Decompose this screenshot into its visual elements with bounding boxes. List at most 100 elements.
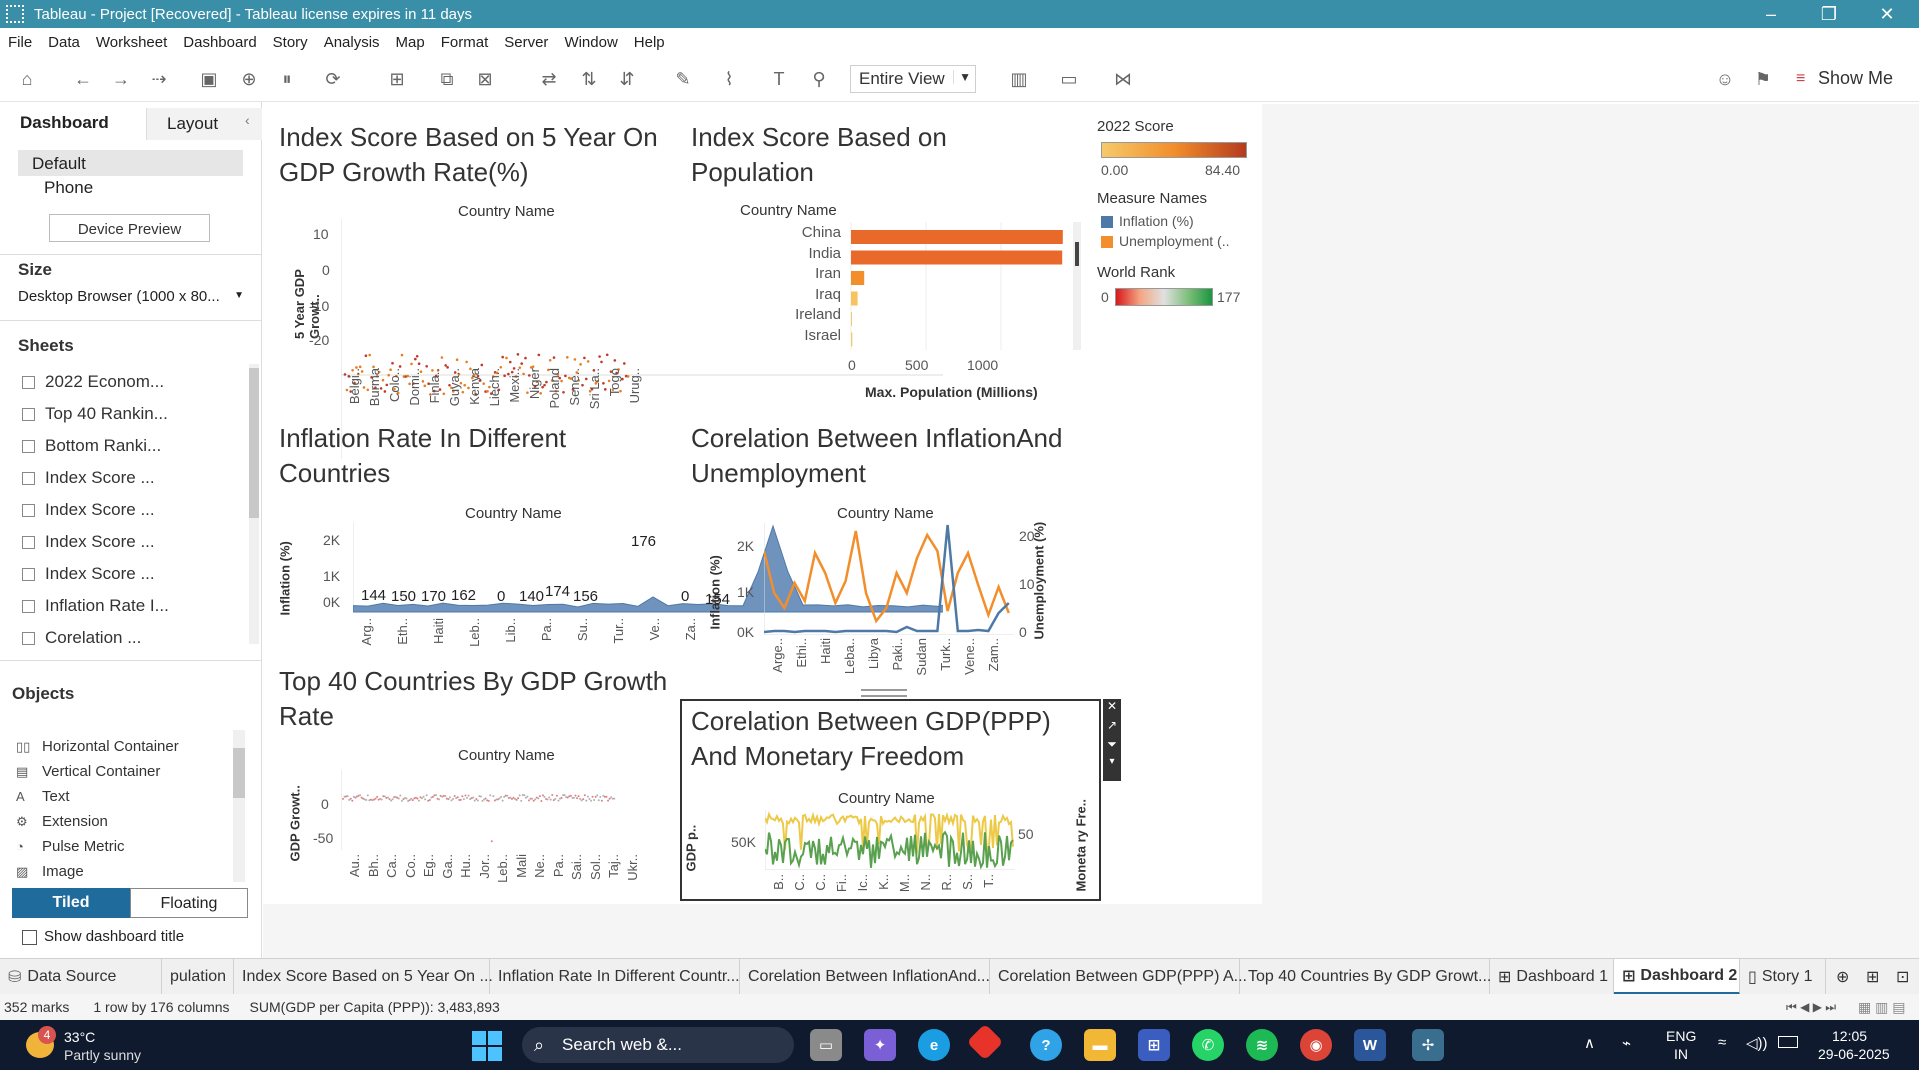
- show-title-checkbox[interactable]: [22, 930, 37, 945]
- menu-window[interactable]: Window: [564, 34, 617, 51]
- scrollbar-thumb[interactable]: [249, 368, 259, 518]
- population-bar[interactable]: [851, 332, 853, 347]
- menu-worksheet[interactable]: Worksheet: [96, 34, 167, 51]
- assistant-icon[interactable]: ☺: [1712, 66, 1738, 92]
- store-icon[interactable]: ⊞: [1138, 1029, 1170, 1061]
- population-bar[interactable]: [851, 271, 865, 285]
- scrollbar-thumb[interactable]: [233, 748, 245, 798]
- legend-measure-2[interactable]: Unemployment (..: [1119, 233, 1229, 249]
- floating-button[interactable]: Floating: [130, 888, 248, 918]
- resize-handle[interactable]: [861, 689, 907, 697]
- filter-icon[interactable]: ⏷: [1103, 737, 1121, 756]
- population-bar[interactable]: [851, 250, 1063, 265]
- chevron-up-icon[interactable]: ∧: [1584, 1034, 1595, 1052]
- goto-sheet-icon[interactable]: ↗: [1103, 718, 1121, 737]
- sheet-item[interactable]: Index Score ...: [22, 564, 155, 584]
- new-worksheet-tab-icon[interactable]: ⊕: [1828, 959, 1858, 995]
- remove-icon[interactable]: ✕: [1103, 699, 1121, 718]
- taskbar-search[interactable]: ⌕ Search web &...: [522, 1027, 794, 1063]
- edge-icon[interactable]: e: [918, 1029, 950, 1061]
- labels-icon[interactable]: T: [766, 66, 792, 92]
- score-color-ramp[interactable]: [1101, 142, 1247, 158]
- language-primary[interactable]: ENG: [1666, 1028, 1696, 1044]
- redo-icon[interactable]: →: [108, 66, 134, 92]
- group-icon[interactable]: ⌇: [716, 66, 742, 92]
- format-painter-icon[interactable]: ⚑: [1750, 66, 1776, 92]
- population-bar[interactable]: [851, 230, 1063, 244]
- sheet-item[interactable]: Index Score ...: [22, 468, 155, 488]
- sheet-item[interactable]: Bottom Ranki...: [22, 436, 161, 456]
- volume-icon[interactable]: ◁)): [1746, 1034, 1768, 1052]
- object-text[interactable]: A Text: [16, 788, 70, 805]
- highlight-icon[interactable]: ✎: [670, 66, 696, 92]
- sheet-item[interactable]: Inflation Rate I...: [22, 596, 169, 616]
- sheet-item[interactable]: Top 40 Rankin...: [22, 404, 168, 424]
- pin-icon[interactable]: ⚲: [806, 66, 832, 92]
- word-icon[interactable]: W: [1354, 1029, 1386, 1061]
- legend-swatch-unemployment[interactable]: [1101, 236, 1113, 248]
- show-me-button[interactable]: Show Me: [1818, 68, 1893, 89]
- legend-swatch-inflation[interactable]: [1101, 216, 1113, 228]
- minimize-icon[interactable]: –: [1742, 0, 1800, 28]
- tab-dashboard-2[interactable]: ⊞ Dashboard 2: [1614, 959, 1740, 995]
- sort-asc-icon[interactable]: ⇅: [576, 66, 602, 92]
- share-icon[interactable]: ⋈: [1110, 66, 1136, 92]
- new-story-tab-icon[interactable]: ⊡: [1888, 959, 1918, 995]
- device-default[interactable]: Default: [18, 150, 243, 176]
- swap-icon[interactable]: ⇄: [536, 66, 562, 92]
- presentation-icon[interactable]: ▭: [1056, 66, 1082, 92]
- menu-dashboard[interactable]: Dashboard: [183, 34, 256, 51]
- scrollbar-thumb[interactable]: [1075, 242, 1079, 266]
- view-sorter-icon[interactable]: ▦ ▥ ▤: [1858, 999, 1905, 1016]
- tiled-button[interactable]: Tiled: [12, 888, 130, 918]
- object-extension[interactable]: ⚙ Extension: [16, 813, 108, 830]
- menu-format[interactable]: Format: [441, 34, 489, 51]
- clock-date[interactable]: 29-06-2025: [1818, 1046, 1890, 1062]
- menu-analysis[interactable]: Analysis: [324, 34, 380, 51]
- view4-dual-line-chart[interactable]: [764, 523, 1014, 635]
- sheets-scrollbar[interactable]: [249, 364, 259, 644]
- tab-sheet[interactable]: Inflation Rate In Different Countr...: [490, 959, 740, 995]
- cards-icon[interactable]: ▥: [1006, 66, 1032, 92]
- copilot-icon[interactable]: ✦: [864, 1029, 896, 1061]
- sheet-item[interactable]: Corelation ...: [22, 628, 141, 648]
- tab-dashboard-1[interactable]: ⊞ Dashboard 1: [1490, 959, 1614, 995]
- pause-updates-icon[interactable]: ⏸: [274, 66, 300, 92]
- sheet-item[interactable]: 2022 Econom...: [22, 372, 164, 392]
- menu-file[interactable]: File: [8, 34, 32, 51]
- replay-icon[interactable]: ⇢: [146, 66, 172, 92]
- menu-data[interactable]: Data: [48, 34, 80, 51]
- app-diamond-icon[interactable]: [966, 1023, 1004, 1061]
- menu-story[interactable]: Story: [273, 34, 308, 51]
- app-blue-icon[interactable]: ?: [1030, 1029, 1062, 1061]
- object-horizontal-container[interactable]: ▯▯ Horizontal Container: [16, 738, 179, 755]
- view6-dual-line-chart[interactable]: [765, 810, 1015, 870]
- task-view-icon[interactable]: ▭: [810, 1029, 842, 1061]
- clear-sheet-icon[interactable]: ⊠: [472, 66, 498, 92]
- tab-sheet[interactable]: Corelation Between InflationAnd...: [740, 959, 990, 995]
- refresh-icon[interactable]: ⟳: [320, 66, 346, 92]
- tab-sheet[interactable]: Corelation Between GDP(PPP) A...: [990, 959, 1247, 995]
- network-icon[interactable]: ⌁: [1622, 1034, 1631, 1052]
- new-worksheet-icon[interactable]: ⊞: [384, 66, 410, 92]
- tab-dashboard[interactable]: Dashboard: [0, 108, 146, 140]
- wifi-icon[interactable]: ≈: [1718, 1034, 1726, 1051]
- file-explorer-icon[interactable]: ▬: [1084, 1029, 1116, 1061]
- new-dashboard-tab-icon[interactable]: ⊞: [1858, 959, 1888, 995]
- menu-help[interactable]: Help: [634, 34, 665, 51]
- spotify-icon[interactable]: ≋: [1246, 1029, 1278, 1061]
- whatsapp-icon[interactable]: ✆: [1192, 1029, 1224, 1061]
- undo-icon[interactable]: ←: [70, 66, 96, 92]
- close-icon[interactable]: ✕: [1858, 0, 1916, 28]
- language-secondary[interactable]: IN: [1674, 1046, 1688, 1062]
- more-options-icon[interactable]: ▾: [1103, 756, 1121, 775]
- object-vertical-container[interactable]: ▤ Vertical Container: [16, 763, 160, 780]
- fit-view-select[interactable]: Entire View ▼: [850, 65, 976, 93]
- size-select[interactable]: Desktop Browser (1000 x 80... ▼: [18, 288, 244, 305]
- collapse-panel-icon[interactable]: ‹: [245, 112, 250, 128]
- duplicate-icon[interactable]: ⧉: [434, 66, 460, 92]
- save-icon[interactable]: ▣: [196, 66, 222, 92]
- tab-sheet[interactable]: Index Score Based on 5 Year On ...: [234, 959, 493, 995]
- maximize-icon[interactable]: ❐: [1800, 0, 1858, 28]
- device-preview-button[interactable]: Device Preview: [49, 214, 210, 242]
